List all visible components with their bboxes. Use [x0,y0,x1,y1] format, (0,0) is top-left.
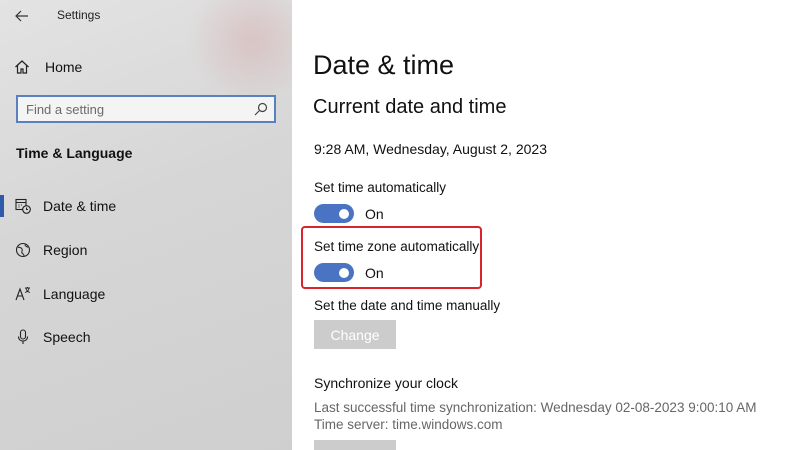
sidebar-item-label: Region [43,242,88,258]
app-title: Settings [57,8,101,22]
main-content: Date & time Current date and time 9:28 A… [292,0,800,450]
set-time-zone-automatically-toggle[interactable] [314,263,354,282]
search-input[interactable] [18,97,244,121]
synchronize-clock-heading: Synchronize your clock [314,375,458,391]
back-arrow-icon [15,10,28,22]
set-time-automatically-toggle[interactable] [314,204,354,223]
sidebar-item-label: Date & time [43,198,117,214]
set-date-time-manually-label: Set the date and time manually [314,298,501,313]
microphone-icon [17,329,29,344]
sidebar-item-language[interactable]: Language [0,277,292,311]
change-button[interactable]: Change [314,320,396,349]
globe-icon [15,242,31,258]
search-box[interactable] [16,95,276,123]
back-button[interactable] [10,6,34,26]
set-time-zone-automatically-state: On [365,265,384,281]
title-bar: Settings [0,0,292,32]
sidebar-item-label: Language [43,286,106,302]
set-time-automatically-state: On [365,206,384,222]
sidebar-item-speech[interactable]: Speech [0,320,292,354]
sidebar-item-date-time[interactable]: Date & time [0,189,292,223]
sidebar-item-label: Home [45,59,83,75]
toggle-knob [339,208,349,219]
last-sync-text: Last successful time synchronization: We… [314,400,757,415]
set-time-zone-automatically-label: Set time zone automatically [314,239,480,254]
sidebar-item-label: Speech [43,329,91,345]
sidebar-item-home[interactable]: Home [0,52,292,82]
calendar-clock-icon [15,198,31,214]
set-time-automatically-label: Set time automatically [314,180,447,195]
sync-now-button[interactable] [314,440,396,450]
search-icon[interactable] [254,102,268,116]
language-icon [15,287,31,301]
current-datetime: 9:28 AM, Wednesday, August 2, 2023 [314,141,547,157]
sidebar: Settings Home Time & Language Date & tim… [0,0,292,450]
time-server-text: Time server: time.windows.com [314,417,503,432]
sidebar-section-title: Time & Language [16,145,133,161]
toggle-knob [339,267,349,278]
page-title: Date & time [313,50,455,80]
sidebar-item-region[interactable]: Region [0,233,292,267]
section-subtitle: Current date and time [313,96,507,118]
home-icon [15,60,29,74]
